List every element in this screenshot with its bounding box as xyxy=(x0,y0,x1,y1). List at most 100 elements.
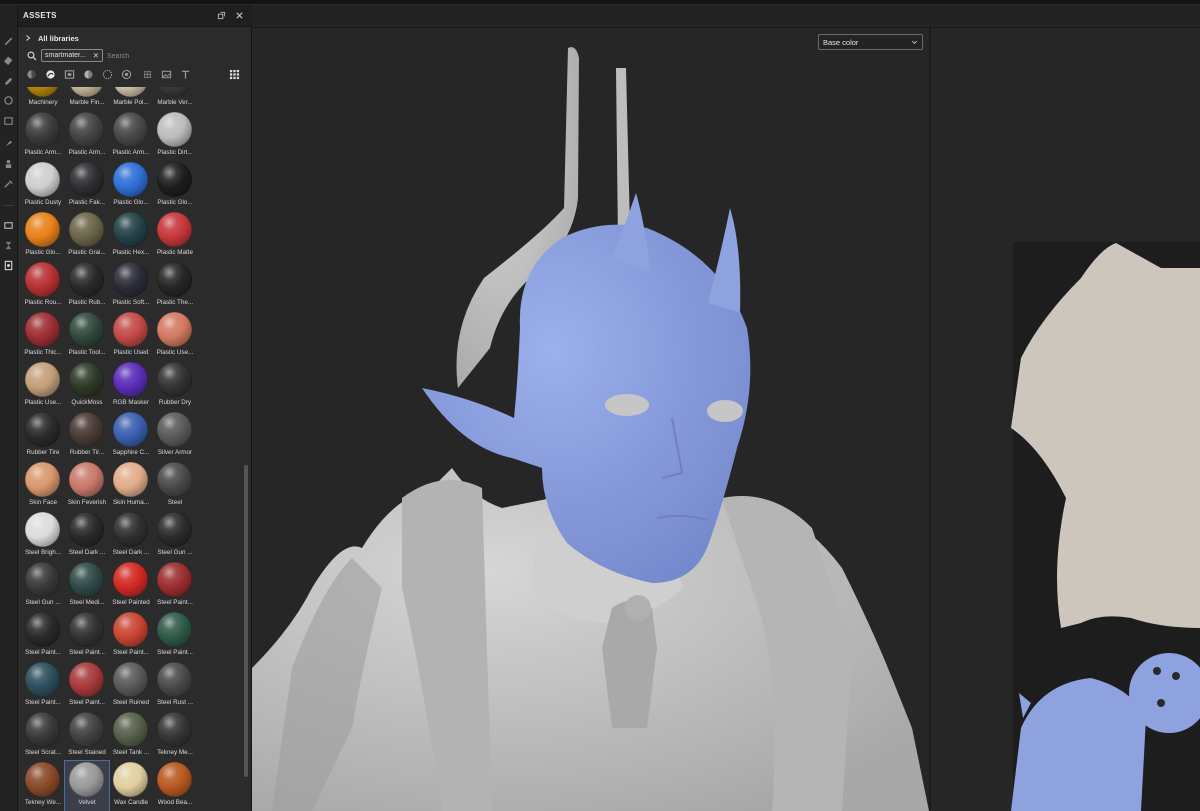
material-tile[interactable]: Steel Paint... xyxy=(153,611,197,661)
brushes-icon[interactable] xyxy=(81,67,95,81)
environments-icon[interactable] xyxy=(140,67,154,81)
material-tile[interactable]: Plastic Arm... xyxy=(21,111,65,161)
material-tile[interactable]: Plastic Rub... xyxy=(65,261,109,311)
bake-icon[interactable] xyxy=(2,219,15,232)
material-tile[interactable]: Plastic Arm... xyxy=(65,111,109,161)
view-mode-icon[interactable] xyxy=(227,67,241,81)
layers-icon[interactable] xyxy=(2,259,15,272)
material-label: Steel Paint... xyxy=(113,649,149,656)
chevron-right-icon xyxy=(26,35,31,41)
clone-icon[interactable] xyxy=(2,157,15,170)
projection-icon[interactable] xyxy=(2,74,15,87)
material-tile[interactable]: Plastic Fak... xyxy=(65,161,109,211)
material-tile[interactable]: Plastic Glo... xyxy=(21,211,65,261)
polygon-fill-icon[interactable] xyxy=(2,115,15,128)
material-tile[interactable]: Plastic Dusty xyxy=(21,161,65,211)
material-tile[interactable]: Sapphire C... xyxy=(109,411,153,461)
material-tile[interactable]: Velvet xyxy=(64,760,110,811)
material-label: Plastic Arm... xyxy=(112,149,150,156)
material-tile[interactable]: Steel Paint... xyxy=(65,661,109,711)
channel-dropdown[interactable]: Base color xyxy=(818,34,923,50)
materials-icon[interactable] xyxy=(24,67,38,81)
library-selector[interactable]: All libraries xyxy=(24,32,79,44)
material-tile[interactable]: Wax Candle xyxy=(109,761,153,811)
material-tile[interactable]: Steel Paint... xyxy=(109,611,153,661)
material-tile[interactable]: Skin Huma... xyxy=(109,461,153,511)
material-tile[interactable]: Plastic The... xyxy=(153,261,197,311)
brush-icon[interactable] xyxy=(2,34,15,47)
textures-icon[interactable] xyxy=(62,67,76,81)
scrollbar-thumb[interactable] xyxy=(244,465,248,777)
material-label: Plastic Thic... xyxy=(24,349,62,356)
material-tile[interactable]: Silver Armor xyxy=(153,411,197,461)
smudge-icon[interactable] xyxy=(2,136,15,149)
material-tile[interactable]: Plastic Matte xyxy=(153,211,197,261)
material-tile[interactable]: Plastic Thic... xyxy=(21,311,65,361)
material-tile[interactable]: Plastic Arm... xyxy=(109,111,153,161)
material-tile[interactable]: Rubber Tire xyxy=(21,411,65,461)
material-tile[interactable]: Steel Paint... xyxy=(21,611,65,661)
material-tile[interactable]: Marble Pol... xyxy=(109,87,153,111)
particles-icon[interactable] xyxy=(100,67,114,81)
material-tile[interactable]: Plastic Glo... xyxy=(109,161,153,211)
material-tile[interactable]: RGB Masker xyxy=(109,361,153,411)
geometry-mask-icon[interactable] xyxy=(2,94,15,107)
material-tile[interactable]: Plastic Use... xyxy=(21,361,65,411)
assets-scrollbar[interactable] xyxy=(243,87,249,811)
material-thumbnail xyxy=(69,87,104,97)
material-tile[interactable]: Plastic Dirt... xyxy=(153,111,197,161)
material-tile[interactable]: Steel Paint... xyxy=(21,661,65,711)
material-tile[interactable]: Steel xyxy=(153,461,197,511)
material-tile[interactable]: Plastic Hex... xyxy=(109,211,153,261)
uv-layout[interactable] xyxy=(931,28,1200,811)
uv-hole xyxy=(1153,667,1161,675)
smart-materials-icon[interactable] xyxy=(43,67,57,81)
material-tile[interactable]: Steel Dark ... xyxy=(109,511,153,561)
environment-map-icon[interactable] xyxy=(159,67,173,81)
material-tile[interactable]: Plastic Soft... xyxy=(109,261,153,311)
material-tile[interactable]: Steel Tank ... xyxy=(109,711,153,761)
material-tile[interactable]: Marble Fin... xyxy=(65,87,109,111)
material-tile[interactable]: Plastic Use... xyxy=(153,311,197,361)
search-filter-chip[interactable]: smartmater... ✕ xyxy=(41,49,103,62)
material-tile[interactable]: Steel Gun ... xyxy=(21,561,65,611)
procedurals-icon[interactable] xyxy=(119,67,133,81)
eraser-icon[interactable] xyxy=(2,54,15,67)
material-tile[interactable]: Plastic Grai... xyxy=(65,211,109,261)
material-tile[interactable]: Steel Stained xyxy=(65,711,109,761)
material-tile[interactable]: Marble Ver... xyxy=(153,87,197,111)
clear-filter-icon[interactable]: ✕ xyxy=(93,51,99,61)
material-tile[interactable]: Plastic Rou... xyxy=(21,261,65,311)
undock-icon[interactable] xyxy=(216,10,227,21)
material-tile[interactable]: Rubber Dry xyxy=(153,361,197,411)
material-tile[interactable]: Steel Painted xyxy=(109,561,153,611)
material-tile[interactable]: Tekney We... xyxy=(21,761,65,811)
character-mesh[interactable] xyxy=(252,28,929,811)
material-tile[interactable]: Steel Brigh... xyxy=(21,511,65,561)
material-tile[interactable]: Machinery xyxy=(21,87,65,111)
material-tile[interactable]: Steel Ruined xyxy=(109,661,153,711)
fonts-icon[interactable] xyxy=(178,67,192,81)
close-icon[interactable] xyxy=(234,10,245,21)
material-tile[interactable]: Steel Rust ... xyxy=(153,661,197,711)
picker-icon[interactable] xyxy=(2,177,15,190)
history-icon[interactable] xyxy=(2,239,15,252)
material-tile[interactable]: Skin Face xyxy=(21,461,65,511)
material-tile[interactable]: Steel Dark ... xyxy=(65,511,109,561)
viewport-2d[interactable] xyxy=(930,28,1200,811)
material-tile[interactable]: Steel Paint... xyxy=(153,561,197,611)
search-input[interactable] xyxy=(107,50,237,62)
material-tile[interactable]: Steel Gun ... xyxy=(153,511,197,561)
material-tile[interactable]: Rubber Tir... xyxy=(65,411,109,461)
material-tile[interactable]: Steel Medi... xyxy=(65,561,109,611)
material-tile[interactable]: Steel Paint... xyxy=(65,611,109,661)
material-tile[interactable]: QuickMoss xyxy=(65,361,109,411)
material-tile[interactable]: Wood Bea... xyxy=(153,761,197,811)
material-tile[interactable]: Plastic Used xyxy=(109,311,153,361)
material-tile[interactable]: Plastic Glo... xyxy=(153,161,197,211)
material-tile[interactable]: Plastic Tool... xyxy=(65,311,109,361)
material-tile[interactable]: Tekney Me... xyxy=(153,711,197,761)
material-tile[interactable]: Steel Scrat... xyxy=(21,711,65,761)
viewport-3d[interactable] xyxy=(252,28,929,811)
material-tile[interactable]: Skin Feverish xyxy=(65,461,109,511)
